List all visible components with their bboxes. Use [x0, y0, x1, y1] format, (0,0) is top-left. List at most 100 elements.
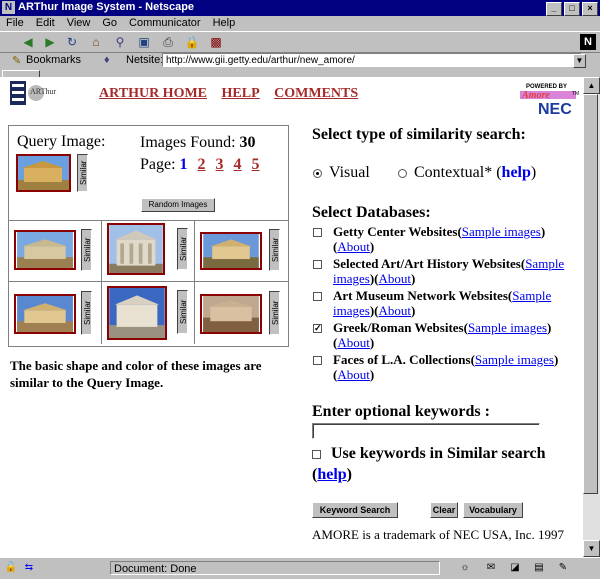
- result-image-thumbnail[interactable]: [107, 286, 167, 340]
- logo-text: ARThur: [30, 87, 57, 96]
- database-checkbox[interactable]: [313, 356, 322, 365]
- about-link[interactable]: About: [379, 271, 412, 286]
- sample-images-link[interactable]: Sample images: [462, 224, 541, 239]
- menu-bar: File Edit View Go Communicator Help: [0, 16, 600, 31]
- netsite-label: Netsite:: [126, 54, 164, 66]
- search-icon[interactable]: ⚲: [112, 34, 128, 50]
- page-link-1[interactable]: 1: [180, 156, 188, 173]
- page-link-3[interactable]: 3: [216, 156, 224, 173]
- page-link-2[interactable]: 2: [198, 156, 206, 173]
- forward-icon[interactable]: ▶: [42, 34, 58, 50]
- navigation-toolbar: ◀ ▶ ↻ ⌂ ⚲ ▣ ⎙ 🔒 ▩ N: [0, 31, 600, 53]
- result-image-thumbnail[interactable]: [14, 294, 76, 334]
- random-images-button[interactable]: Random Images: [141, 198, 215, 212]
- menu-go[interactable]: Go: [102, 16, 117, 31]
- similar-button[interactable]: Similar: [177, 290, 188, 334]
- security-icon[interactable]: 🔒: [184, 34, 200, 50]
- url-input[interactable]: http://www.gii.getty.edu/arthur/new_amor…: [162, 53, 582, 67]
- result-cell: Similar: [102, 220, 195, 282]
- page-link-5[interactable]: 5: [252, 156, 260, 173]
- discussions-icon[interactable]: ◪: [508, 562, 522, 574]
- menu-help[interactable]: Help: [213, 16, 236, 31]
- similar-button[interactable]: Similar: [269, 229, 280, 271]
- database-checkbox[interactable]: [313, 228, 322, 237]
- arthur-home-link[interactable]: ARTHUR HOME: [99, 86, 207, 101]
- mail-icon[interactable]: ✉: [484, 562, 498, 574]
- scroll-down-icon[interactable]: ▼: [583, 540, 600, 557]
- about-link[interactable]: About: [379, 303, 412, 318]
- database-checkbox-checked[interactable]: ✓: [313, 324, 322, 333]
- query-image-thumbnail[interactable]: [16, 154, 71, 192]
- security-lock-icon[interactable]: 🔓: [4, 562, 18, 574]
- page-proxy-icon[interactable]: ♦: [104, 54, 110, 66]
- navigator-icon[interactable]: ☼: [458, 562, 472, 574]
- scroll-thumb[interactable]: [583, 94, 598, 494]
- page-label: Page:: [140, 156, 176, 173]
- query-image-label: Query Image:: [17, 133, 106, 150]
- scroll-up-icon[interactable]: ▲: [583, 77, 600, 94]
- url-dropdown-icon[interactable]: ▼: [573, 54, 586, 68]
- query-similar-button[interactable]: Similar: [77, 154, 88, 192]
- status-bar: 🔓 ⇆ Document: Done ☼ ✉ ◪ ▤ ✎: [0, 557, 600, 579]
- vertical-scrollbar[interactable]: ▲ ▼: [583, 77, 600, 557]
- composer-icon[interactable]: ▤: [532, 562, 546, 574]
- menu-edit[interactable]: Edit: [36, 16, 55, 31]
- page-content: ARThur ARTHUR HOME HELP COMMENTS POWERED…: [0, 77, 583, 557]
- similar-button[interactable]: Similar: [81, 229, 92, 271]
- edit-icon[interactable]: ✎: [556, 562, 570, 574]
- menu-view[interactable]: View: [67, 16, 91, 31]
- database-item: Faces of L.A. Collections(Sample images)…: [313, 352, 575, 382]
- nec-text: NEC: [538, 101, 572, 117]
- similar-button[interactable]: Similar: [81, 291, 92, 335]
- bookmarks-button[interactable]: Bookmarks: [26, 54, 81, 66]
- keywords-help-link[interactable]: help: [317, 466, 346, 483]
- vocabulary-button[interactable]: Vocabulary: [463, 502, 523, 518]
- database-checkbox[interactable]: [313, 292, 322, 301]
- netscape-app-icon[interactable]: N: [2, 1, 15, 14]
- trademark-notice: AMORE is a trademark of NEC USA, Inc. 19…: [312, 527, 565, 542]
- reload-icon[interactable]: ↻: [64, 34, 80, 50]
- result-image-thumbnail[interactable]: [200, 294, 262, 334]
- guide-icon[interactable]: ▣: [136, 34, 152, 50]
- result-image-thumbnail[interactable]: [14, 230, 76, 270]
- home-icon[interactable]: ⌂: [88, 34, 104, 50]
- keywords-input[interactable]: [312, 423, 540, 439]
- minimize-button[interactable]: _: [546, 2, 562, 16]
- database-checkbox[interactable]: [313, 260, 322, 269]
- visual-radio-dot[interactable]: [313, 168, 322, 178]
- visual-radio[interactable]: Visual: [313, 164, 370, 182]
- amore-nec-logo[interactable]: POWERED BY Amore TM NEC: [516, 81, 580, 117]
- back-icon[interactable]: ◀: [20, 34, 36, 50]
- bookmarks-icon[interactable]: ✎: [12, 54, 21, 67]
- use-keywords-checkbox[interactable]: [312, 449, 321, 459]
- menu-communicator[interactable]: Communicator: [129, 16, 201, 31]
- clear-button[interactable]: Clear: [430, 502, 458, 518]
- about-link[interactable]: About: [337, 335, 370, 350]
- sample-images-link[interactable]: Sample images: [475, 352, 554, 367]
- about-link[interactable]: About: [337, 239, 370, 254]
- database-item: Art Museum Network Websites(Sample image…: [313, 288, 575, 318]
- close-button[interactable]: ×: [582, 2, 598, 16]
- help-link[interactable]: HELP: [222, 86, 260, 101]
- contextual-radio-dot[interactable]: [398, 168, 407, 178]
- result-image-thumbnail[interactable]: [200, 232, 262, 270]
- contextual-help-link[interactable]: help: [502, 164, 531, 181]
- print-icon[interactable]: ⎙: [160, 34, 176, 50]
- result-image-thumbnail[interactable]: [107, 223, 165, 275]
- sample-images-link[interactable]: Sample images: [468, 320, 547, 335]
- about-link[interactable]: About: [337, 367, 370, 382]
- stop-icon[interactable]: ▩: [208, 34, 224, 50]
- result-cell: Similar: [195, 282, 288, 344]
- maximize-button[interactable]: □: [564, 2, 580, 16]
- online-status-icon[interactable]: ⇆: [22, 562, 36, 574]
- use-keywords-row: Use keywords in Similar search (help): [312, 445, 546, 483]
- similar-button[interactable]: Similar: [177, 228, 188, 270]
- images-found-label: Images Found:: [140, 134, 236, 151]
- contextual-radio[interactable]: Contextual* (help): [398, 164, 536, 182]
- keyword-search-button[interactable]: Keyword Search: [312, 502, 398, 518]
- menu-file[interactable]: File: [6, 16, 24, 31]
- comments-link[interactable]: COMMENTS: [274, 86, 358, 101]
- page-link-4[interactable]: 4: [234, 156, 242, 173]
- similar-button[interactable]: Similar: [269, 291, 280, 335]
- page-selector: Page: 1 2 3 4 5: [140, 156, 266, 174]
